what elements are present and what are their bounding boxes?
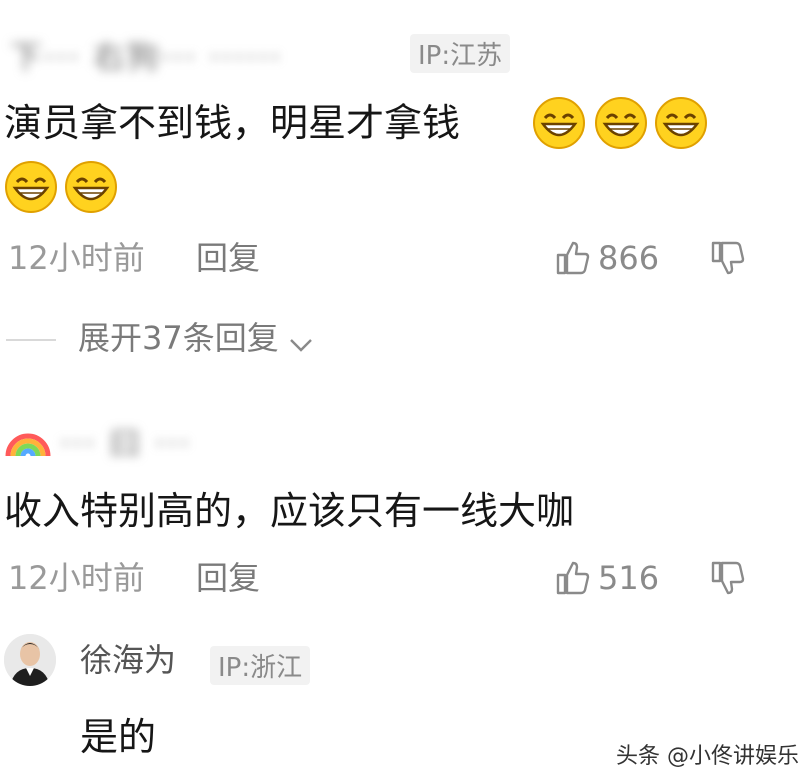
thumbs-up-icon (556, 241, 590, 275)
avatar[interactable] (4, 634, 56, 686)
comment-3-text: 是的 (80, 715, 157, 759)
comment-1-text: 演员拿不到钱，明星才拿钱 (4, 101, 461, 145)
grinning-face-icon (533, 97, 585, 149)
comment-3-ip-tag: IP:浙江 (210, 646, 311, 685)
grinning-face-icon (65, 161, 117, 213)
comment-1-like-count: 866 (598, 239, 660, 277)
grinning-face-icon (5, 161, 57, 213)
comment-1: 下··· 右狗··· ······ IP:江苏 演员拿不到钱，明星才拿钱 12小… (0, 0, 800, 300)
comment-2-time: 12小时前 (8, 559, 145, 597)
thumbs-up-icon (556, 561, 590, 595)
comment-2-text: 收入特别高的，应该只有一线大咖 (4, 489, 575, 533)
watermark: 头条 @小佟讲娱乐 (616, 744, 799, 769)
comment-2: ··· 曰 ··· 收入特别高的，应该只有一线大咖 12小时前 回复 516 (0, 400, 800, 610)
thumbs-down-icon[interactable] (710, 240, 746, 276)
comment-3-username[interactable]: 徐海为 (80, 644, 176, 676)
expand-replies-label: 展开37条回复 (78, 319, 279, 357)
expand-divider (6, 339, 56, 341)
comment-1-time: 12小时前 (8, 239, 145, 277)
comment-1-text-line1: 演员拿不到钱，明星才拿钱 (4, 104, 460, 142)
comment-2-username[interactable]: ··· 曰 ··· (60, 418, 191, 464)
comment-1-ip-tag: IP:江苏 (410, 34, 511, 73)
expand-replies-button[interactable]: 展开37条回复 (78, 322, 314, 362)
comment-2-like-count: 516 (598, 559, 660, 597)
comment-2-reply-button[interactable]: 回复 (196, 562, 260, 594)
comment-1-reply-button[interactable]: 回复 (196, 242, 260, 274)
grinning-face-icon (595, 97, 647, 149)
rainbow-icon (5, 433, 51, 457)
thumbs-down-icon[interactable] (710, 560, 746, 596)
chevron-down-icon (289, 338, 312, 352)
person-avatar-icon (4, 634, 56, 686)
comment-1-username[interactable]: 下··· 右狗··· ······ (10, 32, 282, 78)
grinning-face-icon (655, 97, 707, 149)
